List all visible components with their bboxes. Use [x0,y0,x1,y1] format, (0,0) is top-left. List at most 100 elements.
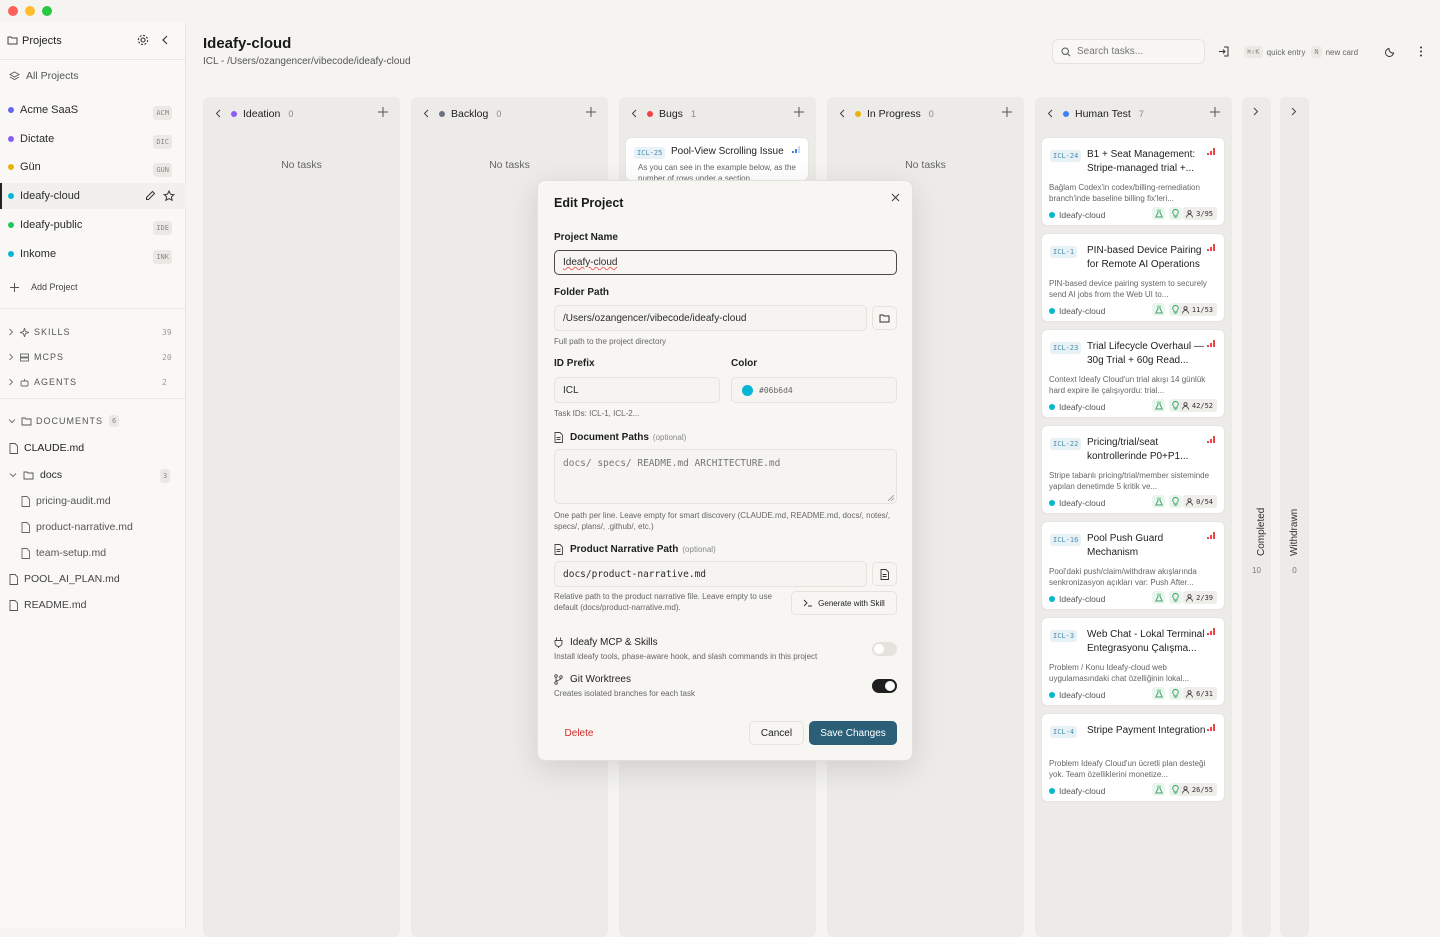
column-withdrawn-collapsed[interactable]: Withdrawn 0 [1280,97,1309,937]
chevron-right-icon [8,328,14,336]
collapse-sidebar-chevron-icon[interactable] [161,35,169,45]
project-item-inkome[interactable]: Inkome INK [0,241,186,267]
lightbulb-icon[interactable] [1169,591,1182,604]
flask-icon[interactable] [1152,399,1165,412]
lightbulb-icon[interactable] [1169,207,1182,220]
task-card[interactable]: ICL-25 Pool-View Scrolling Issue As you … [625,137,809,181]
project-item-dictate[interactable]: Dictate DIC [0,126,186,152]
chevron-left-icon[interactable] [423,109,429,118]
folder-path-input[interactable]: /Users/ozangencer/vibecode/ideafy-cloud [554,305,867,331]
task-card[interactable]: ICL-4 Stripe Payment Integration Problem I… [1041,713,1225,802]
flask-icon[interactable] [1152,591,1165,604]
git-worktrees-toggle[interactable] [872,679,897,693]
chevron-left-icon[interactable] [215,109,221,118]
plus-icon[interactable] [1002,107,1012,117]
project-item-gun[interactable]: Gün GUN [0,154,186,180]
generate-with-skill-button[interactable]: Generate with Skill [791,591,897,615]
color-input[interactable]: #06b6d4 [731,377,897,403]
task-id-badge: ICL-16 [1050,534,1082,546]
priority-high-icon [1207,244,1215,251]
chevron-left-icon[interactable] [631,109,637,118]
plus-icon[interactable] [1210,107,1220,117]
task-card[interactable]: ICL-24 B1 + Seat Management: Stripe-manag… [1041,137,1225,226]
doc-claude-md[interactable]: CLAUDE.md [9,442,84,454]
folder-count: 3 [160,469,171,483]
lightbulb-icon[interactable] [1169,687,1182,700]
skills-section[interactable]: SKILLS 39 [8,327,172,337]
color-swatch[interactable] [742,384,753,396]
doc-readme[interactable]: README.md [9,599,86,611]
task-progress-value: 3/95 [1196,209,1213,218]
column-color-dot [1063,110,1069,117]
project-name-input[interactable]: Ideafy-cloud [554,250,897,275]
plus-icon[interactable] [794,107,804,117]
save-changes-button[interactable]: Save Changes [809,721,897,745]
settings-gear-icon[interactable] [137,34,149,46]
close-icon[interactable] [891,193,900,202]
doc-product-narrative[interactable]: product-narrative.md [21,521,133,533]
color-label: Color [731,358,758,369]
task-description: Problem / Konu Ideafy-cloud web uygulama… [1049,663,1190,683]
doc-pricing-audit[interactable]: pricing-audit.md [21,495,111,507]
login-icon[interactable] [1218,46,1229,57]
browse-folder-button[interactable] [872,306,897,330]
task-title: Pricing/trial/seat kontrollerinde P0+P1.… [1087,437,1189,462]
project-code-badge: GUN [153,163,172,177]
documents-section[interactable]: DOCUMENTS 6 [8,415,120,427]
flask-icon[interactable] [1152,783,1165,796]
lightbulb-icon[interactable] [1169,495,1182,508]
task-card[interactable]: ICL-16 Pool Push Guard Mechanism Pool'daki… [1041,521,1225,610]
doc-name: README.md [24,599,87,611]
chevron-right-icon[interactable] [1253,107,1259,116]
task-card[interactable]: ICL-23 Trial Lifecycle Overhaul — 30g Tri… [1041,329,1225,418]
minimize-window-button[interactable] [25,6,35,16]
zoom-window-button[interactable] [42,6,52,16]
chevron-right-icon[interactable] [1291,107,1297,116]
plus-icon [10,282,19,292]
id-prefix-input[interactable]: ICL [554,377,720,403]
task-card[interactable]: ICL-3 Web Chat - Lokal Terminal Entegrasy… [1041,617,1225,706]
column-color-dot [855,110,861,117]
flask-icon[interactable] [1152,495,1165,508]
flask-icon[interactable] [1152,207,1165,220]
mcps-section[interactable]: MCPS 20 [8,352,172,362]
more-vertical-icon[interactable] [1419,46,1423,57]
flask-icon[interactable] [1152,303,1165,316]
narrative-path-input[interactable]: docs/product-narrative.md [554,561,867,587]
doc-team-setup[interactable]: team-setup.md [21,547,106,559]
task-card[interactable]: ICL-22 Pricing/trial/seat kontrollerinde … [1041,425,1225,514]
moon-icon[interactable] [1385,46,1396,57]
flask-icon[interactable] [1152,687,1165,700]
project-item-ideafy-cloud[interactable]: Ideafy-cloud [0,183,186,209]
search-input[interactable]: Search tasks... [1052,39,1205,64]
git-worktrees-text: Git Worktrees [570,674,631,685]
close-window-button[interactable] [8,6,18,16]
resize-handle-icon[interactable] [888,495,894,501]
column-color-dot [647,110,653,117]
docs-folder[interactable]: docs 3 [9,469,171,483]
delete-button[interactable]: Delete [554,721,604,745]
add-project-button[interactable]: Add Project [10,282,78,292]
chevron-down-icon [8,418,16,424]
chevron-left-icon[interactable] [839,109,845,118]
star-icon[interactable] [163,190,175,202]
generate-label: Generate with Skill [818,598,885,608]
task-card[interactable]: ICL-1 PIN-based Device Pairing for Remote… [1041,233,1225,322]
document-paths-textarea[interactable]: docs/ specs/ README.md ARCHITECTURE.md [554,449,897,504]
sidebar-header: Projects [0,22,186,60]
folder-path-value: /Users/ozangencer/vibecode/ideafy-cloud [563,312,747,324]
cancel-button[interactable]: Cancel [749,721,804,745]
plus-icon[interactable] [586,107,596,117]
quick-entry-hint[interactable]: ⌘⇧K quick entry N new card [1244,46,1358,58]
agents-section[interactable]: AGENTS 2 [8,377,167,387]
edit-pencil-icon[interactable] [145,190,156,201]
mcp-skills-toggle[interactable] [872,642,897,656]
doc-pool-ai-plan[interactable]: POOL_AI_PLAN.md [9,573,120,585]
project-item-acme-saas[interactable]: Acme SaaS ACM [0,97,186,123]
plus-icon[interactable] [378,107,388,117]
project-item-ideafy-public[interactable]: Ideafy-public IDE [0,212,186,238]
column-completed-collapsed[interactable]: Completed 10 [1242,97,1271,937]
all-projects-link[interactable]: All Projects [9,70,79,82]
browse-file-button[interactable] [872,562,897,586]
chevron-left-icon[interactable] [1047,109,1053,118]
